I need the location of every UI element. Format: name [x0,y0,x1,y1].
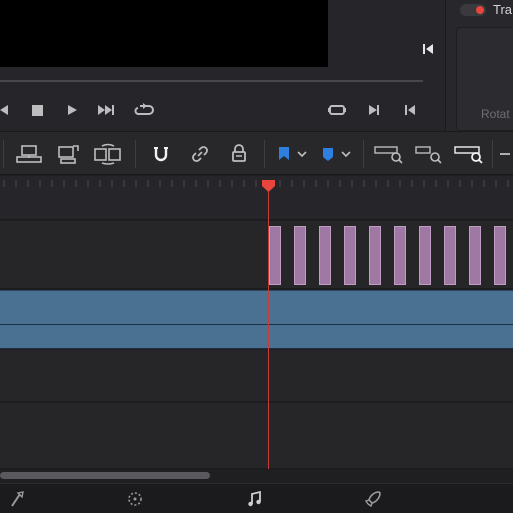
fusion-page-icon[interactable] [124,488,146,510]
scrollbar-thumb[interactable] [0,472,210,479]
ruler-ticks [3,180,509,187]
audio-clip[interactable] [344,226,356,285]
inspector-panel: Tra Rotat [445,0,513,131]
timeline-ruler[interactable] [0,176,513,220]
position-lock-icon[interactable] [226,140,252,168]
timeline-horizontal-scrollbar[interactable] [0,469,513,483]
toolbar-divider [492,140,493,168]
deliver-rocket-icon[interactable] [362,488,384,510]
page-navigation-bar [0,483,513,513]
toolbar-divider [264,140,265,168]
rotation-label: Rotat [481,107,510,121]
toolbar-divider [363,140,364,168]
audio-clip[interactable] [444,226,456,285]
play-icon[interactable] [61,96,83,124]
empty-track-1[interactable] [0,350,513,402]
audio-clip[interactable] [319,226,331,285]
play-reverse-icon[interactable] [0,96,14,124]
audio-clip[interactable] [369,226,381,285]
marker-dropdown[interactable] [318,140,354,168]
loop-icon[interactable] [133,96,155,124]
stop-icon[interactable] [26,96,48,124]
overwrite-clip-icon[interactable] [14,140,44,168]
audio-clip[interactable] [419,226,431,285]
toolbar-divider [3,140,4,168]
audio-track[interactable] [0,221,513,289]
swap-clip-icon[interactable] [92,140,124,168]
flag-dropdown[interactable] [274,140,310,168]
toggle-indicator [476,6,484,14]
transform-toggle[interactable] [460,4,486,16]
app-window: Tra Rotat [0,0,513,513]
audio-clip[interactable] [294,226,306,285]
fairlight-music-icon[interactable] [244,488,266,510]
match-frame-icon[interactable] [326,96,348,124]
color-page-icon[interactable] [6,488,28,510]
timeline-toolbar [0,131,513,175]
snapping-magnet-icon[interactable] [148,140,174,168]
inspector-section-title: Tra [493,2,513,17]
viewer-scrub-bar[interactable] [0,80,423,82]
viewer-panel [0,0,445,131]
audio-clip[interactable] [269,226,281,285]
go-to-last-frame-icon[interactable] [421,42,435,56]
video-clip-track-1[interactable] [0,290,513,325]
empty-track-2[interactable] [0,403,513,469]
zoom-custom-icon[interactable] [453,140,485,168]
audio-clip[interactable] [469,226,481,285]
viewer-canvas[interactable] [0,0,328,67]
audio-clip[interactable] [494,226,506,285]
transport-controls [0,96,445,124]
toolbar-divider [135,140,136,168]
zoom-detail-icon[interactable] [414,140,446,168]
playhead-handle[interactable] [261,179,276,193]
audio-clip[interactable] [394,226,406,285]
replace-clip-icon[interactable] [54,140,82,168]
zoom-out-icon[interactable] [498,140,512,168]
linked-selection-icon[interactable] [187,140,213,168]
next-clip-icon[interactable] [96,96,118,124]
next-edit-icon[interactable] [363,96,385,124]
viewer-side [328,0,445,67]
go-to-end-icon[interactable] [399,96,421,124]
zoom-full-icon[interactable] [373,140,405,168]
playhead-line [268,186,269,470]
video-clip-track-2[interactable] [0,325,513,349]
